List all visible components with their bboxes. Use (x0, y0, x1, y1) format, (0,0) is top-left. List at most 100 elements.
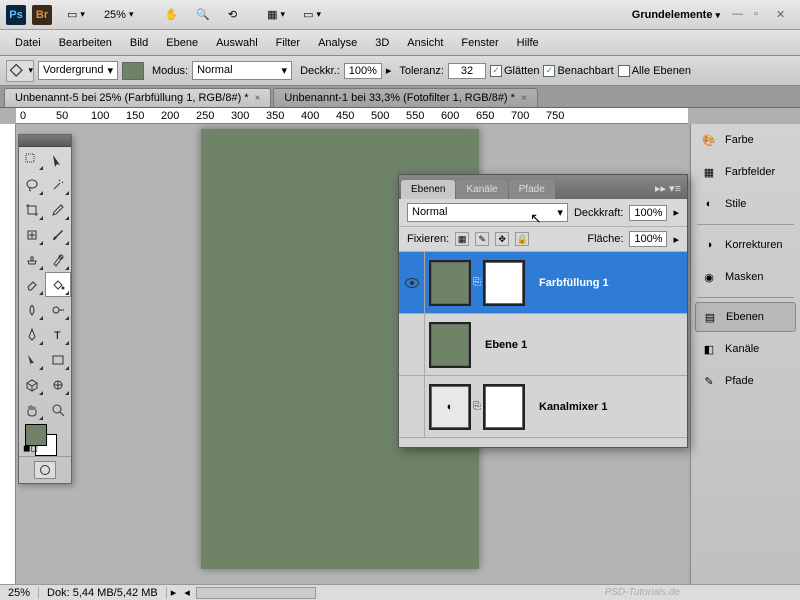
mask-thumbnail[interactable] (485, 262, 523, 304)
rotate-view-shortcut[interactable]: ⟲ (221, 5, 244, 24)
screen-mode-dropdown[interactable]: ▭ (296, 5, 328, 24)
mask-thumbnail[interactable] (485, 386, 523, 428)
dock-masken[interactable]: ◉Masken (691, 261, 800, 293)
horizontal-ruler[interactable]: 0 50 100 150 200 250 300 350 400 450 500… (16, 108, 688, 124)
link-icon[interactable]: ⎘ (473, 277, 481, 288)
link-icon[interactable]: ⎘ (473, 401, 481, 412)
dodge-tool[interactable] (45, 297, 71, 322)
dock-ebenen[interactable]: ▤Ebenen (695, 302, 796, 332)
3d-tool[interactable] (19, 372, 45, 397)
bridge-icon[interactable]: Br (32, 5, 52, 25)
lock-all-icon[interactable]: 🔒 (515, 232, 529, 246)
maximize-button[interactable]: ▫ (754, 8, 768, 22)
status-zoom[interactable]: 25% (0, 587, 39, 599)
zoom-tool[interactable] (45, 397, 71, 422)
layer-blend-mode-select[interactable]: Normal▾ (407, 203, 568, 222)
eraser-tool[interactable] (19, 272, 45, 297)
menu-analyse[interactable]: Analyse (309, 33, 366, 53)
layer-name[interactable]: Farbfüllung 1 (529, 277, 609, 289)
layer-name[interactable]: Ebene 1 (475, 339, 527, 351)
visibility-toggle[interactable] (399, 376, 425, 437)
healing-brush-tool[interactable] (19, 222, 45, 247)
smooth-checkbox[interactable]: ✓Glätten (490, 65, 539, 77)
clone-stamp-tool[interactable] (19, 247, 45, 272)
3d-camera-tool[interactable] (45, 372, 71, 397)
workspace-switcher[interactable]: Grundelemente (624, 7, 728, 23)
opacity-flyout[interactable]: ▸ (386, 64, 392, 77)
fill-opacity-input[interactable]: 100% (629, 231, 667, 247)
visibility-toggle[interactable] (399, 252, 425, 313)
menu-fenster[interactable]: Fenster (452, 33, 507, 53)
path-selection-tool[interactable] (19, 347, 45, 372)
vertical-ruler[interactable] (0, 124, 16, 584)
status-doc-info[interactable]: Dok: 5,44 MB/5,42 MB (39, 587, 167, 599)
menu-3d[interactable]: 3D (366, 33, 398, 53)
close-button[interactable]: ✕ (776, 8, 790, 22)
close-icon[interactable]: × (521, 93, 527, 104)
crop-tool[interactable] (19, 197, 45, 222)
dock-korrekturen[interactable]: ◑Korrekturen (691, 229, 800, 261)
dock-kanaele[interactable]: ◧Kanäle (691, 333, 800, 365)
shape-tool[interactable] (45, 347, 71, 372)
lock-pixels-icon[interactable]: ✎ (475, 232, 489, 246)
tab-ebenen[interactable]: Ebenen (401, 180, 455, 199)
paint-bucket-tool[interactable] (45, 272, 71, 297)
lock-transparency-icon[interactable]: ▦ (455, 232, 469, 246)
marquee-tool[interactable] (45, 147, 71, 172)
layer-row[interactable]: ◐ ⎘ Kanalmixer 1 (399, 376, 687, 438)
layer-thumbnail[interactable] (431, 262, 469, 304)
document-tab[interactable]: Unbenannt-5 bei 25% (Farbfüllung 1, RGB/… (4, 88, 271, 107)
visibility-toggle[interactable] (399, 314, 425, 375)
history-brush-tool[interactable] (45, 247, 71, 272)
all-layers-checkbox[interactable]: Alle Ebenen (618, 65, 691, 77)
horizontal-scrollbar[interactable] (196, 587, 316, 599)
tolerance-input[interactable]: 32 (448, 63, 486, 79)
status-flyout-icon[interactable]: ▸ (167, 586, 181, 599)
lasso-tool[interactable] (19, 172, 45, 197)
arrange-dropdown[interactable]: ▦ (260, 5, 292, 24)
quick-mask-toggle[interactable] (34, 461, 56, 479)
layer-name[interactable]: Kanalmixer 1 (529, 401, 607, 413)
default-colors-icon[interactable]: ◼◻ (23, 443, 38, 454)
menu-bild[interactable]: Bild (121, 33, 157, 53)
menu-filter[interactable]: Filter (267, 33, 309, 53)
adjustment-thumbnail[interactable]: ◐ (431, 386, 469, 428)
blend-mode-select[interactable]: Normal▾ (192, 61, 292, 80)
document-tab[interactable]: Unbenannt-1 bei 33,3% (Fotofilter 1, RGB… (273, 88, 537, 107)
lock-position-icon[interactable]: ✥ (495, 232, 509, 246)
panel-menu-button[interactable]: ▸▸ ▾≡ (649, 178, 687, 199)
fill-color-swatch[interactable] (122, 62, 144, 80)
layer-opacity-input[interactable]: 100% (629, 205, 667, 221)
layer-row[interactable]: Ebene 1 (399, 314, 687, 376)
eyedropper-tool[interactable] (45, 197, 71, 222)
toolbox-grip[interactable] (19, 135, 71, 147)
minimize-button[interactable]: — (732, 8, 746, 22)
layer-list[interactable]: ⎘ Farbfüllung 1 Ebene 1 ◐ ⎘ Kanalmixer 1 (399, 252, 687, 442)
move-tool[interactable] (19, 147, 45, 172)
tab-kanaele[interactable]: Kanäle (456, 180, 507, 199)
type-tool[interactable]: T (45, 322, 71, 347)
dock-farbe[interactable]: 🎨Farbe (691, 124, 800, 156)
hand-tool-shortcut[interactable]: ✋ (158, 5, 186, 24)
scroll-left-icon[interactable]: ◂ (180, 586, 194, 599)
menu-auswahl[interactable]: Auswahl (207, 33, 267, 53)
fill-flyout-icon[interactable]: ▸ (673, 233, 679, 246)
zoom-dropdown[interactable]: 25% (96, 7, 142, 23)
fill-target-select[interactable]: Vordergrund▾ (38, 61, 118, 80)
opacity-input[interactable]: 100% (344, 63, 382, 79)
pen-tool[interactable] (19, 322, 45, 347)
contiguous-checkbox[interactable]: ✓Benachbart (543, 65, 613, 77)
magic-wand-tool[interactable] (45, 172, 71, 197)
brush-tool[interactable] (45, 222, 71, 247)
menu-bearbeiten[interactable]: Bearbeiten (50, 33, 121, 53)
layout-dropdown[interactable]: ▭ (60, 5, 92, 24)
tool-preset-picker[interactable] (6, 60, 34, 82)
close-icon[interactable]: × (255, 93, 261, 104)
menu-datei[interactable]: Datei (6, 33, 50, 53)
zoom-tool-shortcut[interactable]: 🔍 (189, 5, 217, 24)
tab-pfade[interactable]: Pfade (509, 180, 555, 199)
hand-tool[interactable] (19, 397, 45, 422)
dock-pfade[interactable]: ✎Pfade (691, 365, 800, 397)
blur-tool[interactable] (19, 297, 45, 322)
menu-hilfe[interactable]: Hilfe (508, 33, 548, 53)
